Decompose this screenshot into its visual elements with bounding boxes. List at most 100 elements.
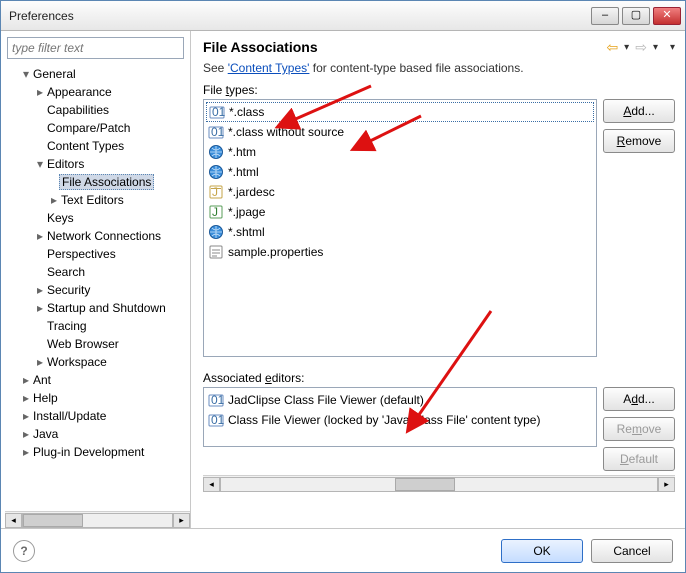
titlebar: Preferences – ▢ ✕ (1, 1, 685, 31)
tree-item-web-browser[interactable]: Web Browser (47, 337, 119, 351)
tree-item-text-editors[interactable]: Text Editors (61, 193, 124, 207)
scroll-right-icon[interactable]: ▸ (173, 513, 190, 528)
twist-icon[interactable]: ▸ (37, 281, 47, 299)
file-types-list[interactable]: 010*.class010*.class without source*.htm… (203, 99, 597, 357)
dialog-button-bar: ? OK Cancel (1, 528, 685, 572)
scroll-right-icon[interactable]: ▸ (658, 477, 675, 492)
editors-default-button[interactable]: Default (603, 447, 675, 471)
scroll-thumb[interactable] (395, 478, 455, 491)
class-icon: 010 (208, 124, 224, 140)
cancel-button[interactable]: Cancel (591, 539, 673, 563)
tree-item-editors[interactable]: Editors (47, 157, 84, 171)
associated-editors-list[interactable]: 010 JadClipse Class File Viewer (default)… (203, 387, 597, 447)
file-type-item[interactable]: *.htm (206, 142, 594, 162)
class-icon: 010 (209, 104, 225, 120)
file-type-name: *.html (228, 165, 259, 179)
twist-icon[interactable]: ▸ (37, 299, 47, 317)
help-button[interactable]: ? (13, 540, 35, 562)
preferences-tree[interactable]: ▾General ▸Appearance Capabilities Compar… (5, 65, 190, 511)
tree-item-keys[interactable]: Keys (47, 211, 74, 225)
file-type-name: *.class (229, 105, 264, 119)
file-type-item[interactable]: J *.jardesc (206, 182, 594, 202)
tree-item-search[interactable]: Search (47, 265, 85, 279)
file-types-label: File types: (203, 83, 675, 97)
editors-add-button[interactable]: Add... (603, 387, 675, 411)
tree-item-tracing[interactable]: Tracing (47, 319, 87, 333)
file-types-remove-button[interactable]: Remove (603, 129, 675, 153)
file-type-item[interactable]: 010 *.class (206, 102, 594, 122)
right-horizontal-scrollbar[interactable]: ◂ ▸ (203, 475, 675, 492)
see-note: See 'Content Types' for content-type bas… (203, 61, 675, 75)
scroll-track[interactable] (220, 477, 658, 492)
scroll-thumb[interactable] (23, 514, 83, 527)
file-type-name: *.htm (228, 145, 256, 159)
tree-item-startup[interactable]: Startup and Shutdown (47, 301, 166, 315)
tree-item-perspectives[interactable]: Perspectives (47, 247, 116, 261)
editor-item[interactable]: 010 JadClipse Class File Viewer (default) (206, 390, 594, 410)
back-menu-icon[interactable]: ▾ (624, 42, 629, 53)
file-type-item[interactable]: sample.properties (206, 242, 594, 262)
twist-icon[interactable]: ▸ (23, 443, 33, 461)
filter-input[interactable] (7, 37, 184, 59)
ok-button[interactable]: OK (501, 539, 583, 563)
tree-item-pde[interactable]: Plug-in Development (33, 445, 144, 459)
scroll-track[interactable] (22, 513, 173, 528)
file-type-name: *.class without source (228, 125, 344, 139)
tree-item-network[interactable]: Network Connections (47, 229, 161, 243)
class-icon: 010 (208, 392, 224, 408)
svg-text:010: 010 (211, 413, 224, 427)
twist-icon[interactable]: ▸ (37, 83, 47, 101)
twist-icon[interactable]: ▾ (37, 155, 47, 173)
view-menu-icon[interactable]: ▾ (670, 42, 675, 53)
jpage-icon: J (208, 204, 224, 220)
globe-icon (208, 224, 224, 240)
tree-horizontal-scrollbar[interactable]: ◂ ▸ (5, 511, 190, 528)
tree-item-help[interactable]: Help (33, 391, 58, 405)
scroll-left-icon[interactable]: ◂ (203, 477, 220, 492)
scroll-left-icon[interactable]: ◂ (5, 513, 22, 528)
file-type-name: *.jardesc (228, 185, 275, 199)
page-nav-buttons: ⇦ ▾ ⇨ ▾ ▾ (606, 40, 675, 54)
twist-icon[interactable]: ▾ (23, 65, 33, 83)
filter-box (7, 37, 184, 59)
tree-item-workspace[interactable]: Workspace (47, 355, 107, 369)
forward-menu-icon[interactable]: ▾ (653, 42, 658, 53)
tree-item-capabilities[interactable]: Capabilities (47, 103, 109, 117)
file-type-item[interactable]: 010 *.class without source (206, 122, 594, 142)
tree-item-compare[interactable]: Compare/Patch (47, 121, 130, 135)
forward-arrow-icon[interactable]: ⇨ (635, 40, 647, 54)
back-arrow-icon[interactable]: ⇦ (606, 40, 618, 54)
tree-item-java[interactable]: Java (33, 427, 58, 441)
minimize-button[interactable]: – (591, 7, 619, 25)
twist-icon[interactable]: ▸ (37, 353, 47, 371)
editor-name: JadClipse Class File Viewer (default) (228, 393, 424, 407)
tree-item-appearance[interactable]: Appearance (47, 85, 112, 99)
file-type-item[interactable]: *.html (206, 162, 594, 182)
editor-item[interactable]: 010Class File Viewer (locked by 'Java Cl… (206, 410, 594, 430)
maximize-button[interactable]: ▢ (622, 7, 650, 25)
twist-icon[interactable]: ▸ (23, 389, 33, 407)
file-type-item[interactable]: J*.jpage (206, 202, 594, 222)
twist-icon[interactable]: ▸ (23, 407, 33, 425)
twist-icon[interactable]: ▸ (23, 425, 33, 443)
close-button[interactable]: ✕ (653, 7, 681, 25)
editors-remove-button[interactable]: Remove (603, 417, 675, 441)
file-type-name: *.shtml (228, 225, 265, 239)
tree-item-general[interactable]: General (33, 67, 76, 81)
tree-item-file-associations[interactable]: File Associations (59, 174, 154, 190)
file-type-name: sample.properties (228, 245, 323, 259)
tree-item-content-types[interactable]: Content Types (47, 139, 124, 153)
page-title: File Associations (203, 39, 606, 55)
twist-icon[interactable]: ▸ (51, 191, 61, 209)
twist-icon[interactable]: ▸ (37, 227, 47, 245)
tree-item-ant[interactable]: Ant (33, 373, 51, 387)
tree-item-security[interactable]: Security (47, 283, 90, 297)
globe-icon (208, 144, 224, 160)
file-types-add-button[interactable]: Add... (603, 99, 675, 123)
twist-icon[interactable]: ▸ (23, 371, 33, 389)
svg-text:J: J (212, 185, 218, 199)
content-types-link[interactable]: 'Content Types' (228, 61, 310, 75)
file-type-item[interactable]: *.shtml (206, 222, 594, 242)
left-panel: ▾General ▸Appearance Capabilities Compar… (1, 31, 191, 528)
tree-item-install[interactable]: Install/Update (33, 409, 106, 423)
